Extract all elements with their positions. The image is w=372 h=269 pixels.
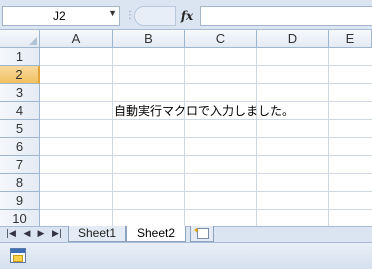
last-sheet-icon[interactable]: ▶|	[50, 228, 64, 241]
next-sheet-icon[interactable]: ▶	[34, 228, 48, 241]
row-header-3[interactable]: 3	[0, 84, 40, 102]
row-header-8[interactable]: 8	[0, 174, 40, 192]
row-header-4[interactable]: 4	[0, 102, 40, 120]
prev-sheet-icon[interactable]: ◀	[20, 228, 34, 241]
name-box-value: J2	[53, 9, 66, 23]
formula-bar: J2 ▼ ⋮ fx	[0, 0, 372, 30]
column-header-d[interactable]: D	[257, 30, 329, 48]
column-header-b[interactable]: B	[113, 30, 185, 48]
tab-sheet2[interactable]: Sheet2	[126, 226, 186, 242]
sparkle-icon: ✦	[193, 226, 200, 235]
gridline	[40, 191, 372, 192]
gridline	[40, 137, 372, 138]
select-all-triangle-icon	[29, 37, 37, 45]
gridline	[40, 155, 372, 156]
macro-icon-cell	[13, 255, 23, 262]
tab-sheet1[interactable]: Sheet1	[68, 226, 126, 242]
column-header-c[interactable]: C	[185, 30, 257, 48]
row-header-1[interactable]: 1	[0, 48, 40, 66]
name-box[interactable]: J2 ▼	[2, 6, 120, 26]
cell-b4[interactable]: 自動実行マクロで入力しました。	[114, 102, 294, 120]
macro-icon-titlebar	[11, 249, 25, 253]
column-header-e[interactable]: E	[329, 30, 372, 48]
macro-record-icon[interactable]	[10, 248, 26, 263]
column-header-a[interactable]: A	[40, 30, 113, 48]
row-header-7[interactable]: 7	[0, 156, 40, 174]
gridline	[40, 65, 372, 66]
row-header-10[interactable]: 10	[0, 210, 40, 226]
first-sheet-icon[interactable]: |◀	[4, 228, 18, 241]
row-header-5[interactable]: 5	[0, 120, 40, 138]
gridline	[40, 83, 372, 84]
status-bar	[0, 242, 372, 269]
sheet-tab-bar: |◀ ◀ ▶ ▶| Sheet1 Sheet2 ✦	[0, 226, 372, 242]
chevron-down-icon[interactable]: ▼	[108, 8, 117, 18]
insert-sheet-button[interactable]: ✦	[190, 226, 214, 242]
select-all-button[interactable]	[0, 30, 40, 48]
formula-bar-buttons	[134, 6, 176, 26]
formula-input[interactable]	[200, 6, 372, 26]
gridline	[40, 173, 372, 174]
row-header-6[interactable]: 6	[0, 138, 40, 156]
row-header-2[interactable]: 2	[0, 66, 40, 84]
insert-function-icon[interactable]: fx	[176, 6, 198, 26]
tab-bar-empty-area	[214, 227, 372, 242]
row-header-9[interactable]: 9	[0, 192, 40, 210]
gridline	[40, 209, 372, 210]
worksheet-grid[interactable]: A B C D E 1 2 3 4 5 6 7 8 9 10 自動実行マクロで入…	[0, 30, 372, 226]
